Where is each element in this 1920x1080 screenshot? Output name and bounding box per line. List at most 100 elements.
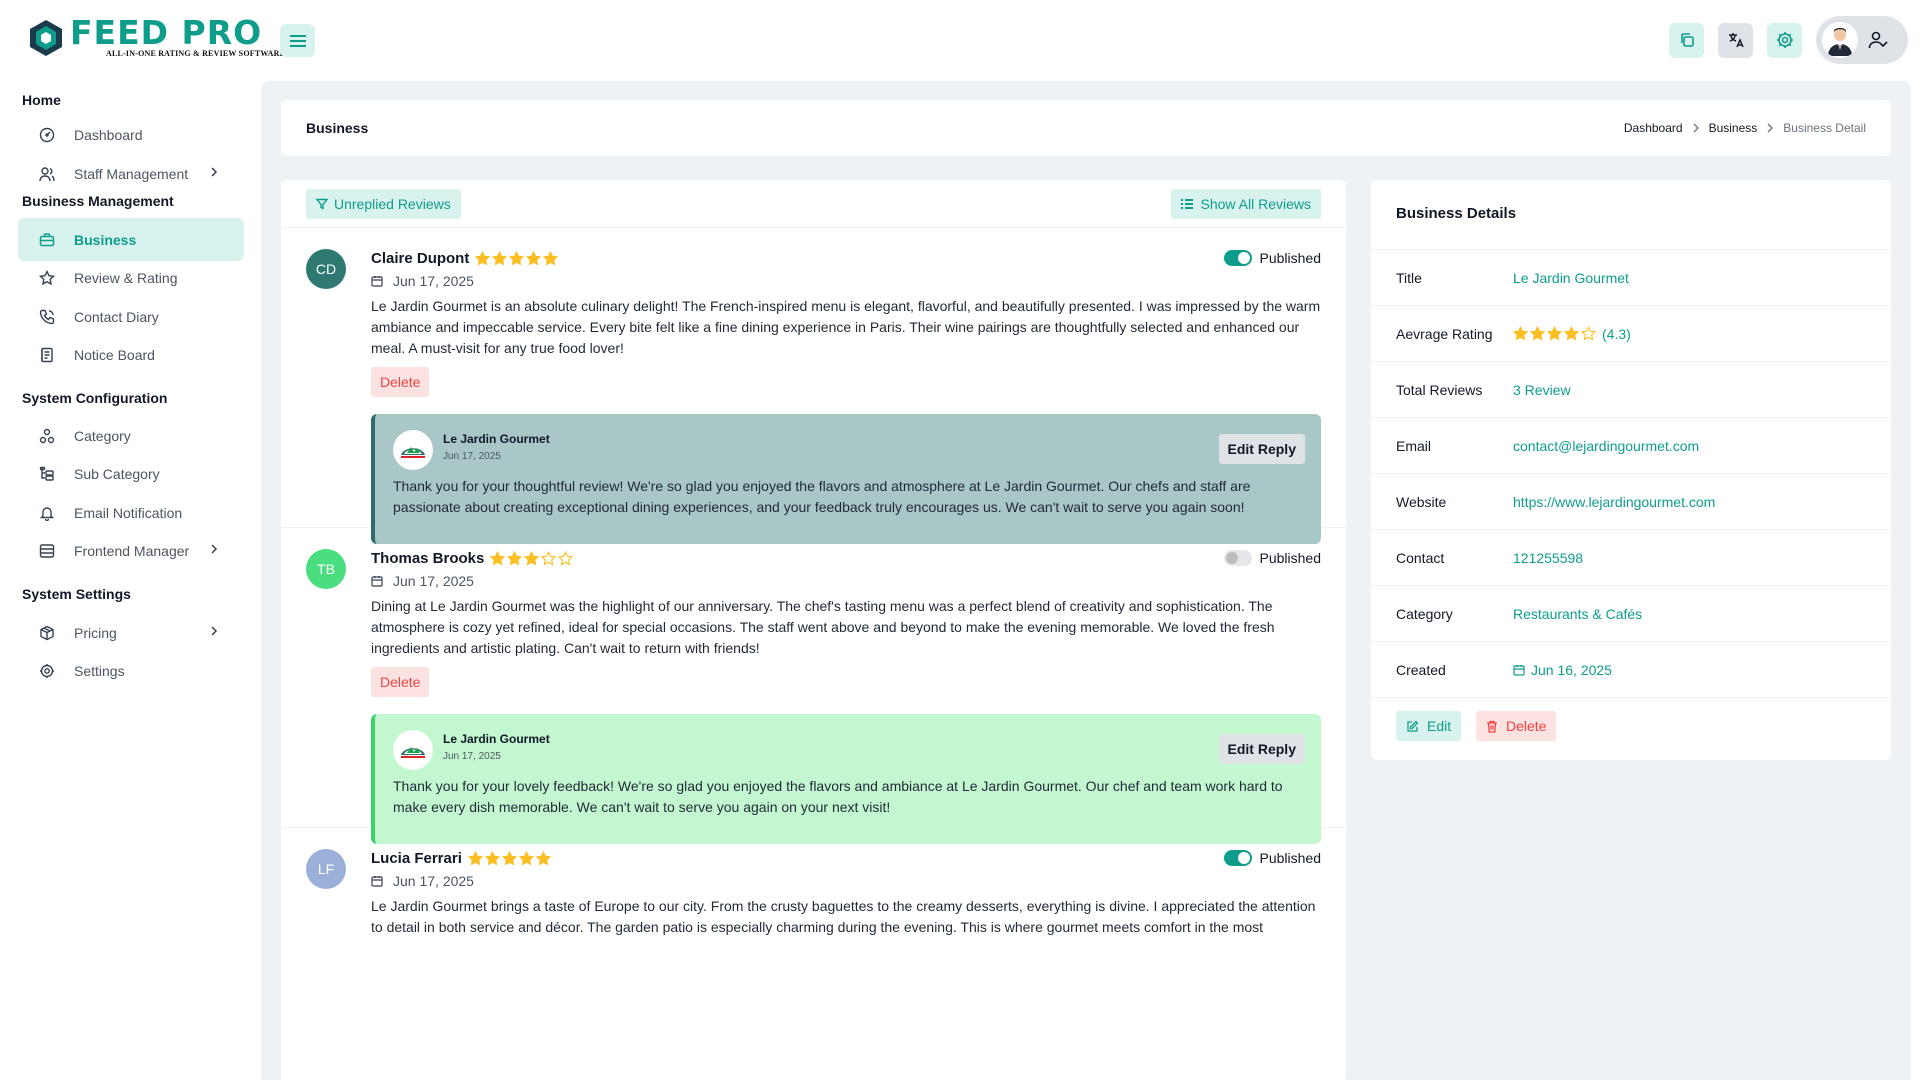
chevron-right-icon (211, 167, 218, 177)
avatar (1822, 22, 1858, 58)
review-date: Jun 17, 2025 (371, 573, 474, 589)
edit-icon (1407, 720, 1419, 732)
star-empty-icon (1581, 326, 1596, 341)
sidebar-item-business[interactable]: Business (18, 218, 244, 261)
restaurant-logo-icon (401, 747, 425, 758)
brand-logo[interactable]: FEED PRO ALL-IN-ONE RATING & REVIEW SOFT… (26, 13, 285, 58)
email-link[interactable]: contact@lejardingourmet.com (1513, 438, 1699, 454)
sidebar-item-label: Dashboard (74, 126, 143, 143)
profile-menu[interactable] (1816, 16, 1908, 64)
detail-value[interactable]: 3 Review (1513, 382, 1571, 398)
sidebar-item-label: Settings (74, 662, 125, 679)
package-icon (38, 624, 56, 642)
sidebar-item-settings[interactable]: Settings (18, 649, 244, 692)
sidebar-item-dashboard[interactable]: Dashboard (18, 113, 244, 156)
contact-link[interactable]: 121255598 (1513, 550, 1583, 566)
detail-row-rating: Aevrage Rating (4.3) (1371, 305, 1891, 361)
review-text: Le Jardin Gourmet is an absolute culinar… (371, 298, 1321, 356)
reviewer-name: Claire Dupont (371, 250, 559, 267)
detail-row-category: Category Restaurants & Cafés (1371, 585, 1891, 641)
sidebar: Home Dashboard Staff Management Business… (0, 80, 260, 1080)
brand-title: FEED PRO (70, 13, 263, 52)
reviewer-name-text: Lucia Ferrari (371, 850, 462, 867)
notice-icon (38, 346, 56, 364)
detail-row-created: Created Jun 16, 2025 (1371, 641, 1891, 697)
delete-label: Delete (1506, 718, 1547, 734)
sidebar-item-sub-category[interactable]: Sub Category (18, 452, 244, 495)
toggle-switch[interactable] (1223, 250, 1252, 266)
star-filled-icon (518, 851, 534, 866)
review-date-text: Jun 17, 2025 (393, 573, 474, 589)
sidebar-item-category[interactable]: Category (18, 414, 244, 457)
top-bar: FEED PRO ALL-IN-ONE RATING & REVIEW SOFT… (0, 0, 1920, 80)
calendar-icon (1513, 664, 1525, 676)
chevron-right-icon (211, 626, 218, 636)
reviewer-name-text: Thomas Brooks (371, 550, 485, 567)
section-title-system-settings: System Settings (22, 586, 131, 602)
sidebar-item-notice-board[interactable]: Notice Board (18, 333, 244, 376)
business-logo (393, 430, 433, 470)
category-icon (38, 427, 56, 445)
detail-divider (1371, 697, 1891, 698)
published-label: Published (1259, 250, 1322, 266)
delete-review-button[interactable]: Delete (371, 367, 430, 397)
breadcrumb-business-detail: Business Detail (1783, 121, 1866, 135)
bell-icon (38, 504, 56, 522)
sidebar-item-staff-management[interactable]: Staff Management (18, 152, 244, 195)
star-filled-icon (507, 551, 523, 566)
star-filled-icon (1530, 326, 1545, 341)
published-toggle[interactable]: Published (1223, 250, 1322, 266)
edit-reply-button[interactable]: Edit Reply (1218, 434, 1305, 464)
breadcrumb-dashboard[interactable]: Dashboard (1624, 121, 1683, 135)
star-rating (490, 551, 574, 566)
sidebar-item-label: Category (74, 427, 131, 444)
published-toggle[interactable]: Published (1223, 550, 1322, 566)
edit-business-button[interactable]: Edit (1396, 711, 1462, 741)
reply-text: Thank you for your lovely feedback! We'r… (393, 778, 1283, 815)
chevron-right-icon (211, 544, 218, 554)
page-header: Business Dashboard Business Business Det… (281, 100, 1891, 156)
logo-mark-icon (30, 20, 62, 56)
copy-button[interactable] (1669, 22, 1704, 58)
detail-label: Title (1396, 269, 1422, 286)
translate-icon (1728, 33, 1744, 48)
sidebar-item-contact-diary[interactable]: Contact Diary (18, 295, 244, 338)
reply-date: Jun 17, 2025 (443, 751, 501, 762)
published-toggle[interactable]: Published (1223, 850, 1322, 866)
toggle-switch[interactable] (1223, 550, 1252, 566)
edit-reply-button[interactable]: Edit Reply (1218, 734, 1305, 764)
sidebar-item-frontend-manager[interactable]: Frontend Manager (18, 529, 244, 572)
sidebar-item-label: Pricing (74, 624, 117, 641)
sidebar-item-review-rating[interactable]: Review & Rating (18, 256, 244, 299)
reviewer-name: Lucia Ferrari (371, 850, 551, 867)
website-link[interactable]: https://www.lejardingourmet.com (1513, 494, 1715, 510)
detail-label: Email (1396, 437, 1432, 454)
menu-toggle-button[interactable] (280, 24, 315, 57)
sidebar-item-email-notification[interactable]: Email Notification (18, 491, 244, 534)
briefcase-icon (38, 231, 56, 249)
breadcrumb: Dashboard Business Business Detail (1624, 121, 1866, 135)
published-label: Published (1259, 550, 1322, 566)
star-filled-icon (526, 251, 542, 266)
average-rating-value: (4.3) (1602, 325, 1631, 342)
delete-business-button[interactable]: Delete (1476, 711, 1557, 741)
section-title-system-configuration: System Configuration (22, 390, 168, 406)
star-filled-icon (484, 851, 500, 866)
breadcrumb-business[interactable]: Business (1709, 121, 1758, 135)
show-all-reviews-button[interactable]: Show All Reviews (1170, 189, 1321, 219)
hamburger-icon (289, 34, 306, 47)
language-button[interactable] (1718, 22, 1753, 58)
toggle-switch[interactable] (1223, 850, 1252, 866)
sidebar-item-pricing[interactable]: Pricing (18, 611, 244, 654)
review-item: TB Thomas Brooks Published Jun 17, 2025 … (281, 528, 1346, 844)
sidebar-item-label: Sub Category (74, 465, 160, 482)
settings-button[interactable] (1767, 22, 1802, 58)
detail-value: (4.3) (1513, 326, 1631, 342)
unreplied-reviews-button[interactable]: Unreplied Reviews (306, 189, 461, 219)
unreplied-reviews-label: Unreplied Reviews (334, 196, 451, 212)
published-label: Published (1259, 850, 1322, 866)
reviewer-avatar: TB (306, 549, 346, 589)
reviewer-avatar: LF (306, 849, 346, 889)
delete-review-button[interactable]: Delete (371, 667, 430, 697)
filter-icon (316, 198, 328, 210)
